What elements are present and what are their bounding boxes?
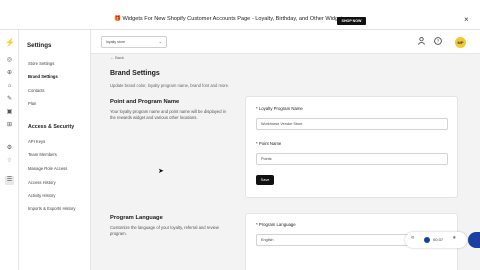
sidebar-item-activity-history[interactable]: Activity History xyxy=(28,193,55,198)
chevron-down-icon: ⌄ xyxy=(158,39,162,44)
sidebar-item-store-settings[interactable]: Store Settings xyxy=(28,61,54,66)
sidebar-title: Settings xyxy=(27,42,52,49)
svg-text:?: ? xyxy=(436,39,439,44)
point-name-field[interactable]: Points xyxy=(256,153,448,165)
top-bar: loyalty store ⌄ ? MP xyxy=(91,30,480,54)
sidebar-item-team-members[interactable]: Team Members xyxy=(28,152,57,157)
point-name-label: * Point Name xyxy=(256,141,282,146)
pause-icon[interactable]: ⏸ xyxy=(453,235,456,242)
program-name-label: * Loyalty Program Name xyxy=(256,106,303,111)
sidebar-item-contacts[interactable]: Contacts xyxy=(28,88,45,93)
sidebar-item-api-keys[interactable]: API Keys xyxy=(28,139,45,144)
program-language-label: * Program Language xyxy=(256,222,296,227)
save-button[interactable]: Save xyxy=(256,175,274,185)
shop-now-button[interactable]: SHOP NOW xyxy=(337,17,366,25)
edit-icon[interactable]: ✎ xyxy=(5,95,14,104)
program-name-field[interactable]: Workhorse Vendor Store xyxy=(256,118,448,130)
dashboard-icon[interactable]: ◎ xyxy=(5,56,14,65)
icon-rail: ⚡ ◎ ⊕ ⌂ ✎ ▣ ⊞ ⚙ ♢ ☰ xyxy=(0,30,19,270)
page-title: Brand Settings xyxy=(110,70,160,77)
logo-icon[interactable]: ⚡ xyxy=(5,38,15,47)
back-link[interactable]: ← Back xyxy=(110,55,124,60)
point-program-description: Your loyalty program name and point name… xyxy=(110,109,226,120)
store-selector[interactable]: loyalty store ⌄ xyxy=(101,36,167,48)
sidebar-section-access-security: Access & Security xyxy=(28,124,75,130)
add-icon[interactable]: ⊕ xyxy=(5,69,14,78)
diamond-icon[interactable]: ♢ xyxy=(5,157,14,166)
page-icon[interactable]: ▣ xyxy=(5,108,14,117)
chat-launcher[interactable] xyxy=(468,232,480,248)
close-icon[interactable]: × xyxy=(464,15,469,24)
sidebar-item-plan[interactable]: Plan xyxy=(28,101,36,106)
promo-banner-text: 🎁 Widgets For New Shopify Customer Accou… xyxy=(114,16,346,22)
promo-banner: 🎁 Widgets For New Shopify Customer Accou… xyxy=(0,0,480,30)
settings-icon[interactable]: ⚙ xyxy=(5,144,14,153)
program-language-title: Program Language xyxy=(110,215,163,221)
help-icon[interactable]: ? xyxy=(433,37,442,46)
player-time: 00:37 xyxy=(433,237,444,242)
settings-sidebar: Settings Store Settings Brand Settings C… xyxy=(19,30,91,270)
avatar[interactable]: MP xyxy=(455,37,466,48)
cursor-icon: ➤ xyxy=(158,168,164,175)
grid-icon[interactable]: ⊞ xyxy=(5,121,14,130)
point-program-card: * Loyalty Program Name Workhorse Vendor … xyxy=(245,96,458,198)
sidebar-item-imports-exports-history[interactable]: Imports & Exports History xyxy=(28,206,75,211)
store-selector-value: loyalty store xyxy=(106,40,126,44)
sidebar-item-brand-settings[interactable]: Brand Settings xyxy=(28,74,58,79)
user-icon[interactable] xyxy=(417,37,426,46)
rewind-icon[interactable]: « xyxy=(411,235,414,241)
page-subtitle: Update brand color, loyalty program name… xyxy=(110,83,230,88)
home-icon[interactable]: ⌂ xyxy=(5,82,14,91)
sidebar-item-access-history[interactable]: Access History xyxy=(28,180,56,185)
program-language-description: Customize the language of your loyalty, … xyxy=(110,225,219,236)
media-player: « 00:37 ⏸ xyxy=(405,232,467,248)
menu-icon[interactable]: ☰ xyxy=(5,176,14,185)
point-program-title: Point and Program Name xyxy=(110,99,180,105)
record-icon xyxy=(424,237,430,243)
sidebar-item-manage-role-access[interactable]: Manage Role Access xyxy=(28,166,67,171)
